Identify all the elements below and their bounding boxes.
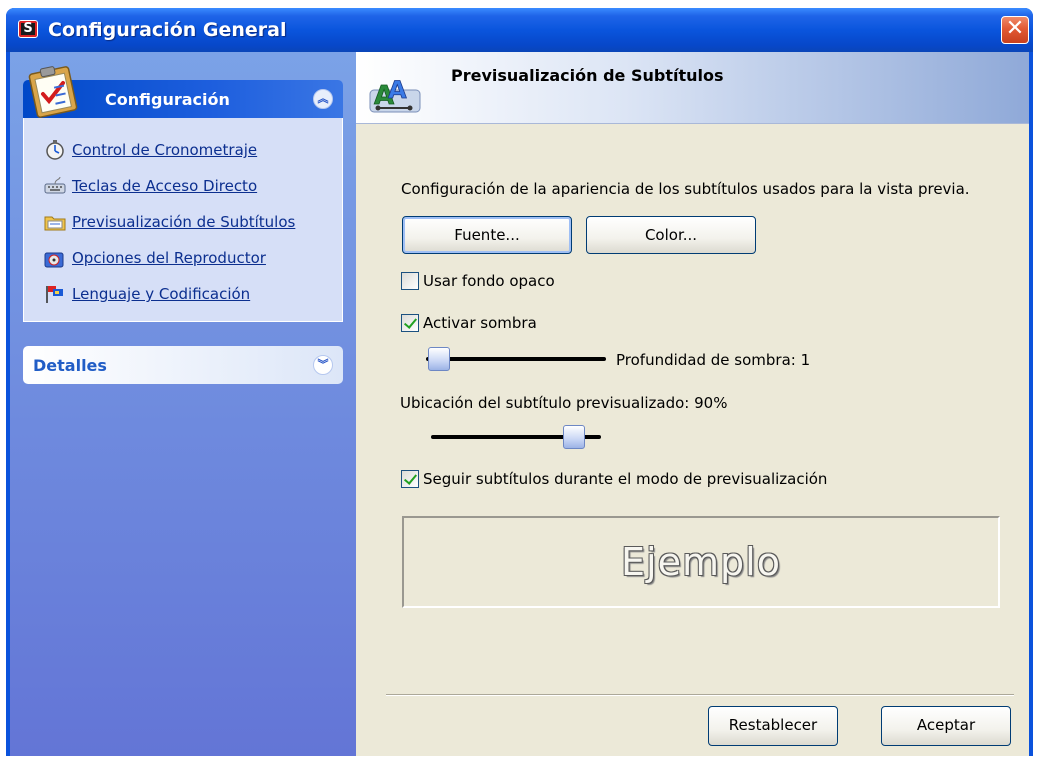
follow-subtitles-checkbox[interactable]	[401, 470, 419, 488]
font-button[interactable]: Fuente...	[402, 216, 572, 254]
subtitle-location-slider[interactable]	[431, 425, 601, 449]
expand-chevron-down-icon[interactable]: ︾	[313, 355, 333, 375]
app-icon: S	[18, 20, 38, 38]
shadow-checkbox[interactable]	[401, 314, 419, 332]
svg-text:A: A	[388, 76, 407, 104]
folder-icon	[44, 216, 66, 231]
sidebar-item-shortcut-keys[interactable]: Teclas de Acceso Directo	[24, 168, 342, 204]
panel-title: Previsualización de Subtítulos	[451, 66, 724, 85]
details-group-title: Detalles	[33, 356, 107, 375]
configuration-group-header[interactable]: Configuración ︽	[23, 66, 343, 118]
subtitle-preview-icon: A A	[369, 76, 421, 113]
settings-window: S Configuración General ✕ Configuración …	[6, 8, 1033, 756]
stopwatch-icon	[46, 140, 64, 160]
clipboard-checklist-icon	[28, 66, 78, 118]
window-client-area: Configuración ︽ Control de Cronometraje	[10, 52, 1029, 756]
panel-header: A A Previsualización de Subtítulos	[356, 52, 1029, 124]
subtitle-location-label: Ubicación del subtítulo previsualizado: …	[400, 394, 728, 412]
sidebar-item-subtitle-preview[interactable]: Previsualización de Subtítulos	[24, 204, 342, 240]
sidebar-item-player-options[interactable]: Opciones del Reproductor	[24, 240, 342, 276]
sidebar-item-label: Control de Cronometraje	[72, 141, 258, 159]
configuration-group: Configuración ︽ Control de Cronometraje	[23, 66, 343, 322]
sample-text: Ejemplo	[621, 540, 781, 584]
shadow-option[interactable]: Activar sombra	[401, 314, 537, 332]
close-button[interactable]: ✕	[1001, 16, 1029, 44]
reset-button[interactable]: Restablecer	[708, 706, 838, 746]
details-group: Detalles ︾	[23, 346, 343, 384]
details-group-header[interactable]: Detalles ︾	[23, 346, 343, 384]
shadow-depth-track	[426, 357, 606, 361]
configuration-group-body: Control de Cronometraje Teclas de Acceso…	[23, 118, 343, 322]
configuration-group-title: Configuración	[105, 90, 230, 109]
opaque-background-option[interactable]: Usar fondo opaco	[401, 272, 555, 290]
sidebar-item-timing-control[interactable]: Control de Cronometraje	[24, 132, 342, 168]
color-button[interactable]: Color...	[586, 216, 756, 254]
settings-panel: A A Previsualización de Subtítulos Confi…	[356, 52, 1029, 756]
follow-subtitles-option[interactable]: Seguir subtítulos durante el modo de pre…	[401, 470, 827, 488]
subtitle-location-thumb[interactable]	[563, 425, 585, 449]
follow-subtitles-label: Seguir subtítulos durante el modo de pre…	[423, 470, 828, 488]
sidebar-item-label: Teclas de Acceso Directo	[72, 177, 258, 195]
accept-button[interactable]: Aceptar	[881, 706, 1011, 746]
footer-separator	[386, 694, 1014, 696]
sidebar-item-label: Lenguaje y Codificación	[72, 285, 251, 303]
flags-icon	[46, 286, 63, 303]
shadow-depth-thumb[interactable]	[428, 347, 450, 371]
keyboard-icon	[44, 176, 66, 194]
collapse-chevron-up-icon[interactable]: ︽	[313, 89, 333, 109]
window-title: Configuración General	[48, 19, 287, 41]
opaque-background-label: Usar fondo opaco	[423, 272, 555, 290]
sidebar-item-label: Previsualización de Subtítulos	[72, 213, 296, 231]
task-pane: Configuración ︽ Control de Cronometraje	[10, 52, 356, 756]
appearance-description: Configuración de la apariencia de los su…	[401, 180, 970, 198]
media-player-icon	[44, 252, 64, 268]
subtitle-sample-box: Ejemplo	[402, 516, 1000, 608]
sidebar-item-label: Opciones del Reproductor	[72, 249, 266, 267]
opaque-background-checkbox[interactable]	[401, 272, 419, 290]
shadow-depth-slider[interactable]	[426, 347, 606, 371]
shadow-depth-label: Profundidad de sombra: 1	[616, 351, 811, 369]
shadow-label: Activar sombra	[423, 314, 537, 332]
title-bar[interactable]: S Configuración General ✕	[6, 8, 1033, 52]
sidebar-item-language-encoding[interactable]: Lenguaje y Codificación	[24, 276, 342, 312]
